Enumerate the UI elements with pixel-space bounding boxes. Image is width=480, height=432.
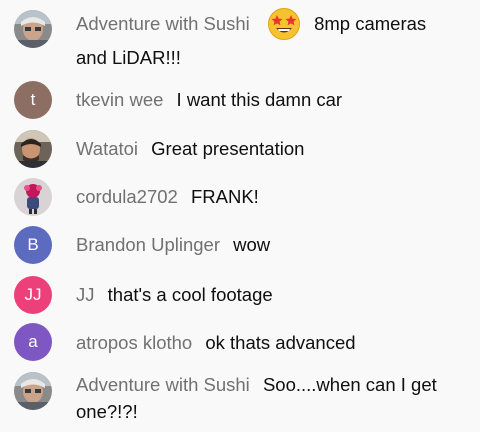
avatar[interactable]: a [14, 323, 52, 361]
author-name[interactable]: Watatoi [76, 138, 138, 159]
avatar[interactable] [14, 178, 52, 216]
avatar[interactable] [14, 130, 52, 168]
avatar-initial: t [30, 90, 36, 109]
message-text: FRANK! [190, 186, 259, 207]
avatar[interactable]: t [14, 81, 52, 119]
avatar-initial: a [28, 332, 38, 351]
message-text: Great presentation [151, 138, 305, 159]
author-name[interactable]: cordula2702 [76, 186, 178, 207]
avatar[interactable]: B [14, 226, 52, 264]
author-name[interactable]: tkevin wee [76, 89, 163, 110]
avatar[interactable] [14, 372, 52, 410]
author-name[interactable]: Brandon Uplinger [76, 234, 220, 255]
avatar-initial: B [27, 235, 39, 254]
avatar[interactable]: JJ [14, 276, 52, 314]
author-name[interactable]: Adventure with Sushi [76, 13, 250, 34]
message-text: ok thats advanced [205, 332, 356, 353]
avatar[interactable] [14, 10, 52, 48]
author-name[interactable]: JJ [76, 284, 95, 305]
message-text: one?!?! [76, 401, 138, 422]
message-text: wow [233, 234, 271, 255]
live-chat: Adventure with Sushi 8mp cameras and LiD… [0, 0, 480, 432]
author-name[interactable]: Adventure with Sushi [76, 374, 250, 395]
message-text: that's a cool footage [107, 284, 273, 305]
star-struck-emoji-icon [267, 7, 301, 41]
author-name[interactable]: atropos klotho [76, 332, 192, 353]
message-text: and LiDAR!!! [76, 47, 181, 68]
message-text: 8mp cameras [314, 13, 427, 34]
message-text: Soo....when can I get [262, 374, 437, 395]
message-text: I want this damn car [176, 89, 343, 110]
avatar-initial: JJ [24, 285, 42, 304]
